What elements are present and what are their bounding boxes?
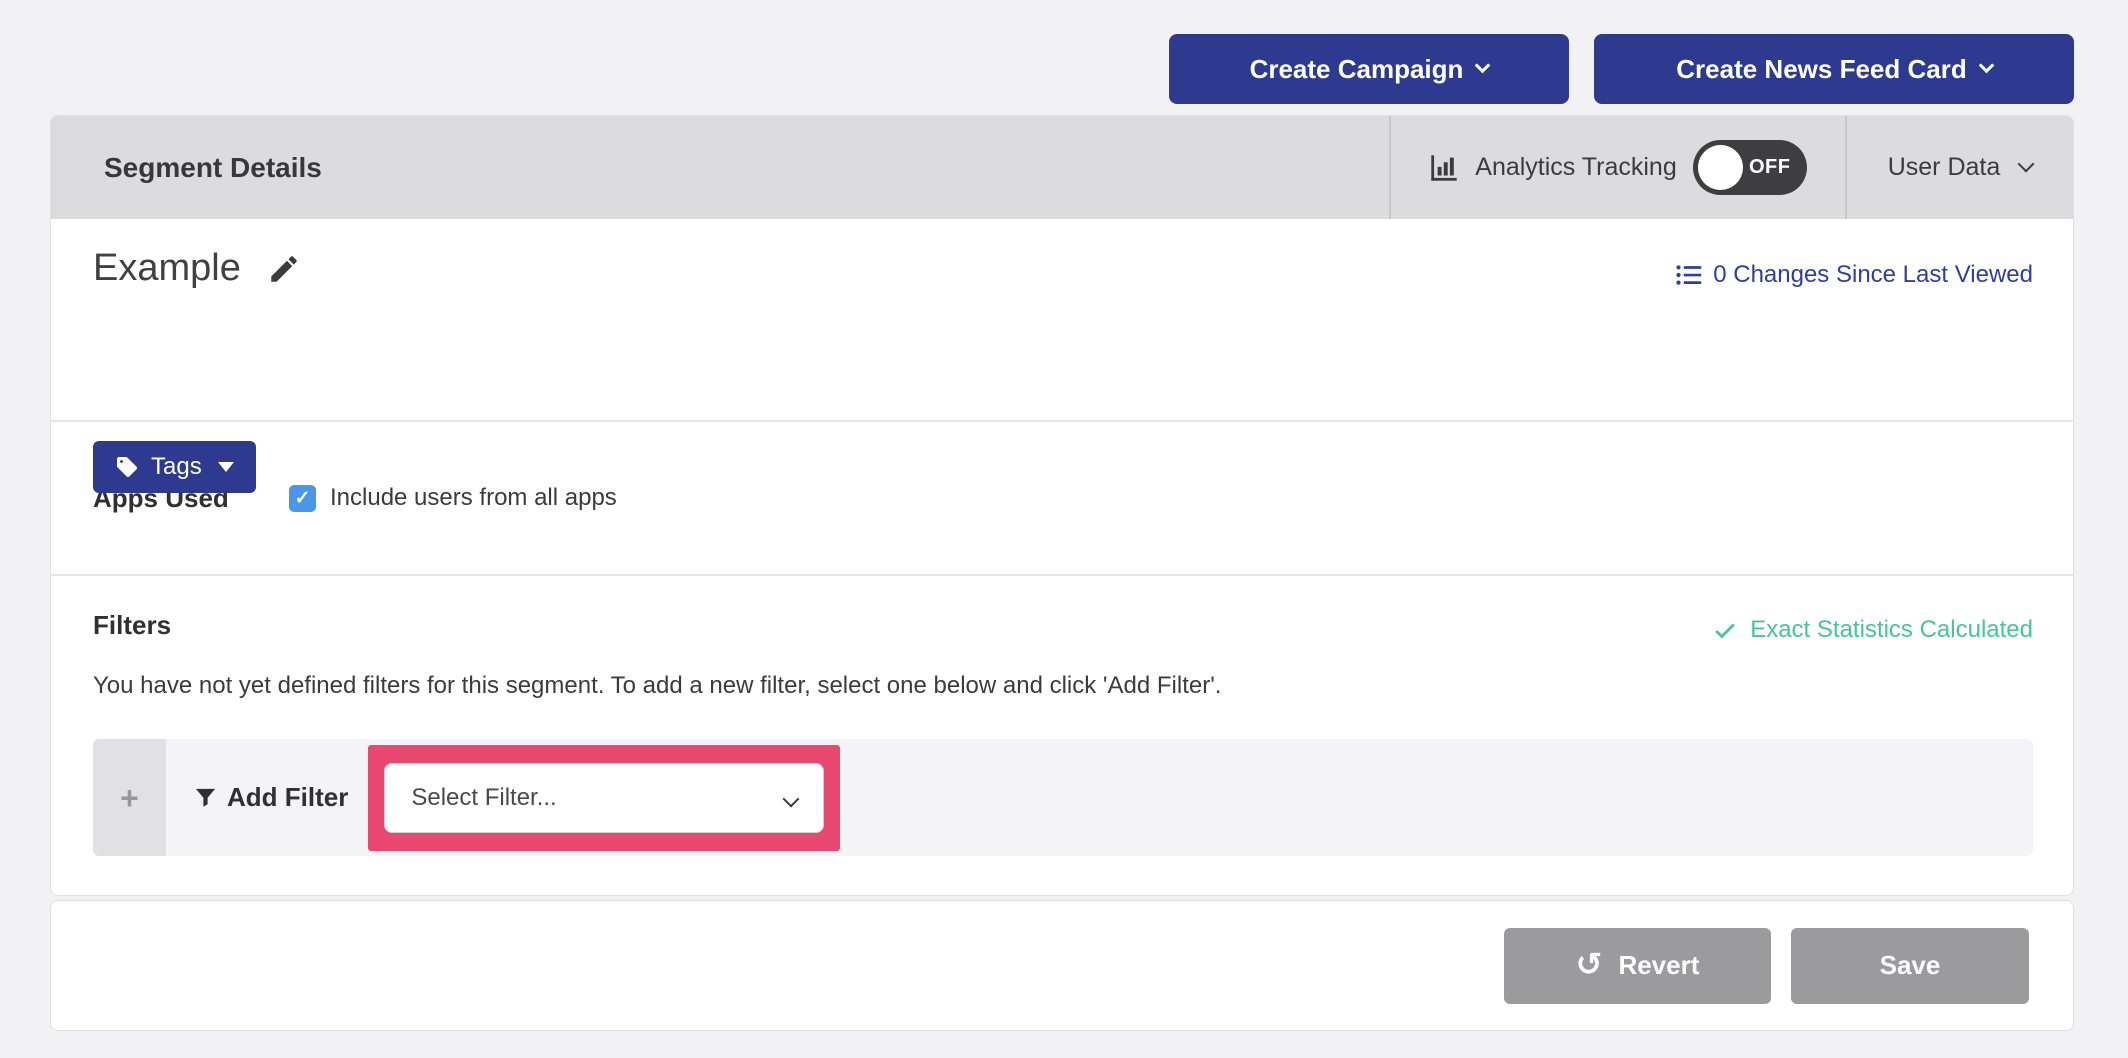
create-campaign-label: Create Campaign <box>1250 54 1464 85</box>
edit-pencil-icon[interactable] <box>267 252 301 286</box>
tags-button-label: Tags <box>151 453 202 481</box>
undo-icon: ↺ <box>1576 948 1603 980</box>
select-filter-dropdown[interactable]: Select Filter... <box>384 763 824 833</box>
page-title: Segment Details <box>104 152 322 184</box>
exact-statistics-label: Exact Statistics Calculated <box>1750 616 2033 644</box>
create-campaign-button[interactable]: Create Campaign <box>1169 34 1569 104</box>
filters-helper-text: You have not yet defined filters for thi… <box>93 672 1221 700</box>
include-all-apps-checkbox[interactable]: ✓ <box>289 485 316 512</box>
analytics-tracking-toggle[interactable]: OFF <box>1693 140 1807 195</box>
footer-action-bar: ↺ Revert Save <box>50 900 2074 1031</box>
segment-details-panel: Segment Details Analytics Tracking OFF U… <box>50 115 2074 896</box>
checkmark-icon: ✓ <box>295 489 311 508</box>
chevron-down-icon <box>1475 58 1491 74</box>
segment-title-row: Example <box>93 247 301 290</box>
tag-icon <box>115 455 139 479</box>
changes-link-label: 0 Changes Since Last Viewed <box>1713 261 2033 289</box>
add-filter-label-group: Add Filter <box>194 782 348 813</box>
caret-down-icon <box>218 462 234 472</box>
add-filter-plus-button[interactable]: + <box>93 739 166 856</box>
apps-used-section: Apps Used ✓ Include users from all apps <box>51 422 2073 576</box>
tags-button[interactable]: Tags <box>93 441 256 493</box>
chevron-down-icon <box>1978 58 1994 74</box>
save-button[interactable]: Save <box>1791 928 2029 1004</box>
analytics-tracking-label: Analytics Tracking <box>1475 153 1676 182</box>
filters-section: Filters Exact Statistics Calculated You … <box>51 576 2073 897</box>
changes-since-last-viewed-link[interactable]: 0 Changes Since Last Viewed <box>1675 261 2033 289</box>
header-spacer <box>322 116 1389 219</box>
revert-button-label: Revert <box>1618 950 1699 981</box>
filter-funnel-icon <box>194 786 217 809</box>
analytics-tracking-block: Analytics Tracking OFF <box>1389 116 1845 219</box>
annotation-highlight-box: Select Filter... <box>368 745 840 851</box>
include-all-apps-label: Include users from all apps <box>330 484 617 512</box>
segment-details-page: Create Campaign Create News Feed Card Se… <box>0 0 2128 1058</box>
chevron-down-icon <box>2018 156 2035 173</box>
create-news-feed-card-button[interactable]: Create News Feed Card <box>1594 34 2074 104</box>
add-filter-row: + Add Filter Select Filter... <box>93 739 2033 856</box>
user-data-menu[interactable]: User Data <box>1845 116 2073 219</box>
plus-icon: + <box>120 782 139 814</box>
list-icon <box>1675 261 1703 289</box>
check-icon <box>1712 617 1738 643</box>
user-data-label: User Data <box>1888 153 2001 182</box>
bar-chart-icon <box>1429 153 1459 183</box>
chevron-down-icon <box>785 784 797 812</box>
toggle-state-label: OFF <box>1743 156 1797 179</box>
filters-title: Filters <box>93 610 171 641</box>
select-filter-placeholder: Select Filter... <box>411 784 556 812</box>
create-news-feed-label: Create News Feed Card <box>1676 54 1966 85</box>
save-button-label: Save <box>1880 950 1941 981</box>
exact-statistics-status: Exact Statistics Calculated <box>1712 616 2033 644</box>
toggle-knob <box>1698 145 1743 190</box>
segment-name: Example <box>93 247 241 290</box>
panel-header: Segment Details Analytics Tracking OFF U… <box>51 116 2073 219</box>
add-filter-label: Add Filter <box>227 782 348 813</box>
revert-button[interactable]: ↺ Revert <box>1504 928 1771 1004</box>
segment-name-section: Example 0 Changes Since Last Viewed Tags <box>51 219 2073 422</box>
